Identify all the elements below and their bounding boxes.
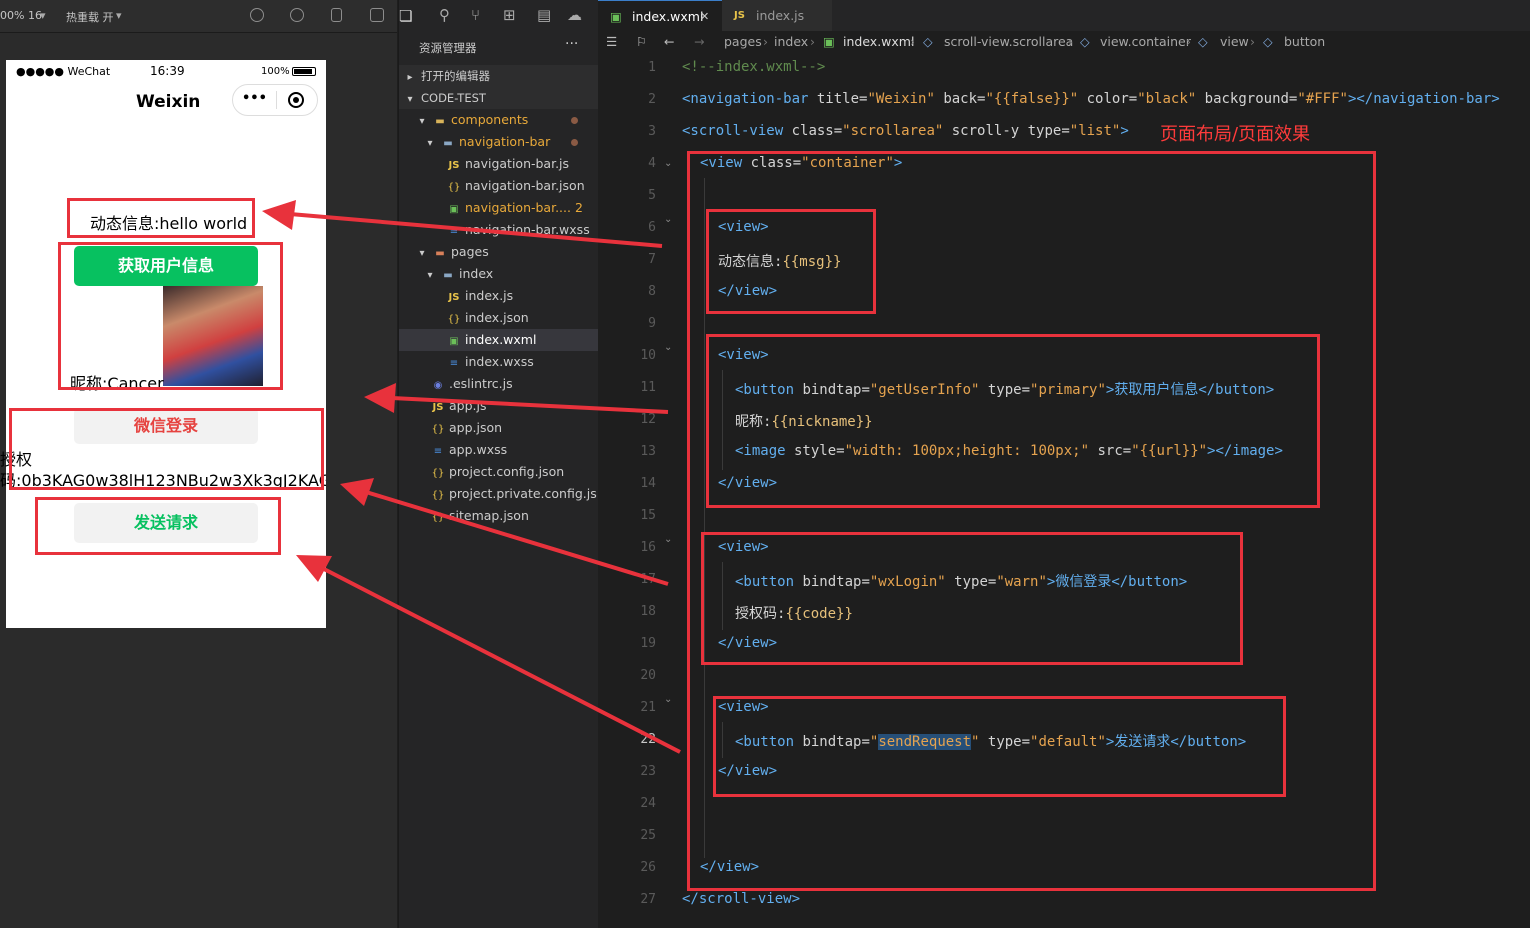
arrow-head (340, 478, 374, 506)
annotation-arrows (262, 200, 681, 754)
arrow (365, 490, 669, 586)
arrow (391, 396, 669, 414)
arrow-head (262, 200, 296, 230)
arrow (289, 212, 663, 248)
arrow-head (364, 383, 396, 413)
arrow (321, 566, 681, 754)
